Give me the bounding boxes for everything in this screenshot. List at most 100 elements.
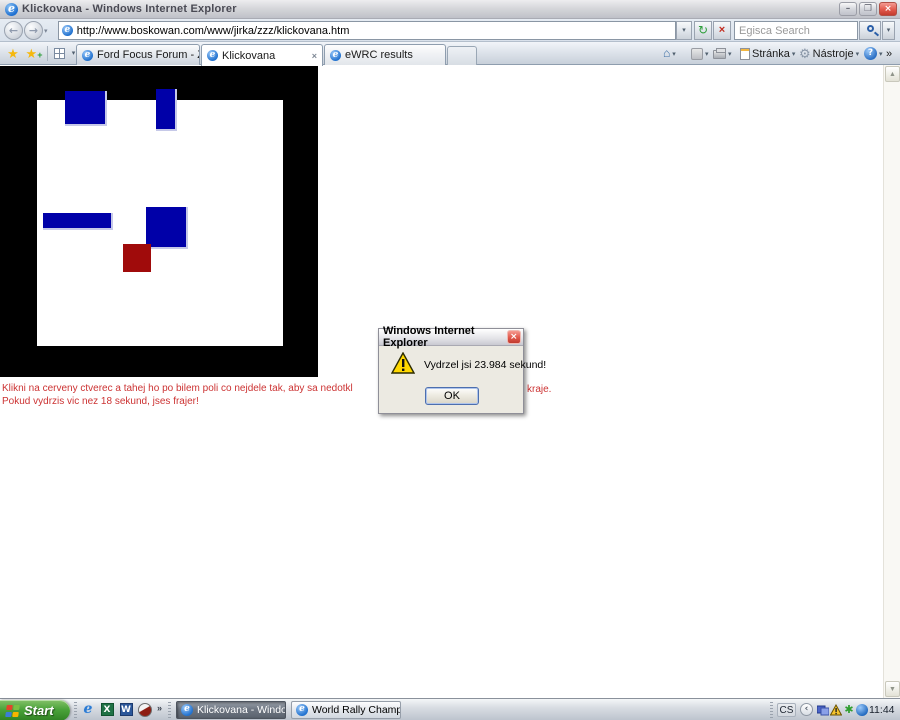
taskbar: Start e X W » e Klickovana - Windows... … xyxy=(0,698,900,720)
address-dropdown-button[interactable]: ▾ xyxy=(676,21,692,40)
search-dropdown-button[interactable]: ▾ xyxy=(882,21,895,40)
new-tab-stub[interactable] xyxy=(447,46,477,65)
gear-icon: ⚙ xyxy=(799,46,811,62)
tab-close-icon[interactable]: × xyxy=(306,51,317,61)
back-button[interactable]: ← xyxy=(4,21,23,40)
chevron-down-icon: ▾ xyxy=(705,50,709,58)
chevron-down-icon: ▾ xyxy=(728,50,732,58)
taskbar-button-label: World Rally Champion... xyxy=(312,704,401,716)
stop-button[interactable]: × xyxy=(713,21,731,40)
forward-button[interactable]: → xyxy=(24,21,43,40)
language-indicator[interactable]: CS xyxy=(777,703,796,717)
tray-antivirus-icon[interactable]: ✱ xyxy=(843,704,855,716)
tab-klickovana[interactable]: e Klickovana × xyxy=(201,44,323,66)
instruction-line1-tail: kraje. xyxy=(527,384,551,395)
chevron-down-icon: ▾ xyxy=(792,50,796,58)
history-dropdown-icon[interactable]: ▾ xyxy=(44,27,48,35)
tab-label: Klickovana xyxy=(222,50,275,62)
red-draggable-square[interactable] xyxy=(123,244,151,272)
help-icon: ? xyxy=(864,47,877,60)
taskbar-button-world-rally[interactable]: e World Rally Champion... xyxy=(291,701,401,719)
refresh-button[interactable]: ↻ xyxy=(694,21,712,40)
separator xyxy=(47,46,48,61)
favorites-button[interactable]: ★ xyxy=(3,44,23,63)
windows-logo-icon xyxy=(5,705,21,717)
quick-tabs-grid-icon xyxy=(54,48,65,59)
window-titlebar: e Klickovana - Windows Internet Explorer… xyxy=(0,0,900,19)
quicklaunch-app-icon[interactable] xyxy=(137,702,153,718)
magnifier-icon xyxy=(867,25,874,32)
page-menu-label: Stránka xyxy=(752,48,790,60)
command-overflow-button[interactable]: » xyxy=(886,44,892,63)
help-button[interactable]: ?▾ xyxy=(864,44,883,63)
chevron-down-icon: ▾ xyxy=(879,50,883,58)
page-menu-button[interactable]: Stránka▾ xyxy=(740,44,795,63)
maximize-button[interactable]: ❐ xyxy=(859,2,877,16)
feeds-button[interactable]: ▾ xyxy=(691,44,709,63)
rss-icon xyxy=(691,48,703,60)
search-button[interactable] xyxy=(859,21,881,40)
search-box[interactable] xyxy=(734,21,858,40)
tray-warning-icon[interactable] xyxy=(830,704,842,716)
tab-ewrc-results[interactable]: e eWRC results xyxy=(324,44,446,65)
quicklaunch-overflow-icon[interactable]: » xyxy=(157,703,162,713)
plus-icon: + xyxy=(37,50,42,60)
search-input[interactable] xyxy=(735,22,857,39)
alert-dialog: Windows Internet Explorer × Vydrzel jsi … xyxy=(378,328,524,414)
tab-row: ★ ★+ ▾ e Ford Focus Forum - Zobrasit ...… xyxy=(0,42,900,65)
page-favicon-icon: e xyxy=(62,25,73,36)
desktop: e Klickovana - Windows Internet Explorer… xyxy=(0,0,900,720)
printer-icon xyxy=(713,50,726,59)
quick-tabs-button[interactable] xyxy=(51,44,68,63)
tab-favicon-icon: e xyxy=(82,50,93,61)
tray-display-icon[interactable] xyxy=(817,704,829,716)
quicklaunch-handle[interactable] xyxy=(74,702,77,718)
instruction-line2: Pokud vydrzis vic nez 18 sekund, jses fr… xyxy=(2,396,353,409)
taskbar-button-klickovana[interactable]: e Klickovana - Windows... xyxy=(176,701,286,719)
dialog-message: Vydrzel jsi 23.984 sekund! xyxy=(424,359,546,371)
blue-obstacle-rect xyxy=(65,91,107,126)
url-input[interactable] xyxy=(77,25,672,37)
tray-app-icon[interactable] xyxy=(856,704,868,716)
vertical-scrollbar[interactable]: ▲ ▼ xyxy=(883,65,900,698)
ie-icon: e xyxy=(181,704,193,716)
minimize-button[interactable]: – xyxy=(839,2,857,16)
print-button[interactable]: ▾ xyxy=(713,44,732,63)
taskbar-clock[interactable]: 11:44 xyxy=(869,704,895,716)
start-button[interactable]: Start xyxy=(0,700,70,720)
dialog-titlebar[interactable]: Windows Internet Explorer × xyxy=(379,329,523,346)
address-field[interactable]: e xyxy=(58,21,676,40)
tools-menu-button[interactable]: ⚙Nástroje▾ xyxy=(799,44,859,63)
instruction-text: Klikni na cerveny ctverec a tahej ho po … xyxy=(2,383,353,408)
quicklaunch-ie-icon[interactable]: e xyxy=(80,702,96,718)
window-title: Klickovana - Windows Internet Explorer xyxy=(22,3,237,15)
close-button[interactable]: × xyxy=(879,2,897,16)
scroll-down-button[interactable]: ▼ xyxy=(885,681,900,697)
tray-handle xyxy=(770,702,773,718)
warning-icon xyxy=(391,352,415,377)
chevron-down-icon: ▾ xyxy=(856,50,860,58)
add-favorite-button[interactable]: ★+ xyxy=(24,44,44,63)
home-icon: ⌂ xyxy=(663,45,670,62)
scroll-up-button[interactable]: ▲ xyxy=(885,66,900,82)
blue-obstacle-rect xyxy=(146,207,188,249)
taskbar-button-label: Klickovana - Windows... xyxy=(197,704,286,716)
home-button[interactable]: ⌂▾ xyxy=(663,44,676,63)
star-icon: ★ xyxy=(26,46,38,61)
address-bar-row: ← → ▾ e ▾ ↻ × ▾ xyxy=(0,19,900,42)
dialog-close-button[interactable]: × xyxy=(507,330,521,344)
ie-icon: e xyxy=(296,704,308,716)
tab-label: eWRC results xyxy=(345,49,413,61)
tab-ford-focus-forum[interactable]: e Ford Focus Forum - Zobrasit ... xyxy=(76,44,200,65)
dialog-body: Vydrzel jsi 23.984 sekund! OK xyxy=(379,346,523,414)
quicklaunch-excel-icon[interactable]: X xyxy=(99,702,115,718)
tab-favicon-icon: e xyxy=(207,50,218,61)
taskband-handle[interactable] xyxy=(168,702,171,718)
ok-button[interactable]: OK xyxy=(425,387,479,405)
tray-collapse-button[interactable]: ‹ xyxy=(800,703,813,716)
tab-favicon-icon: e xyxy=(330,50,341,61)
tools-menu-label: Nástroje xyxy=(813,48,854,60)
page-icon xyxy=(740,48,750,60)
quicklaunch-word-icon[interactable]: W xyxy=(118,702,134,718)
blue-obstacle-rect xyxy=(156,89,177,131)
